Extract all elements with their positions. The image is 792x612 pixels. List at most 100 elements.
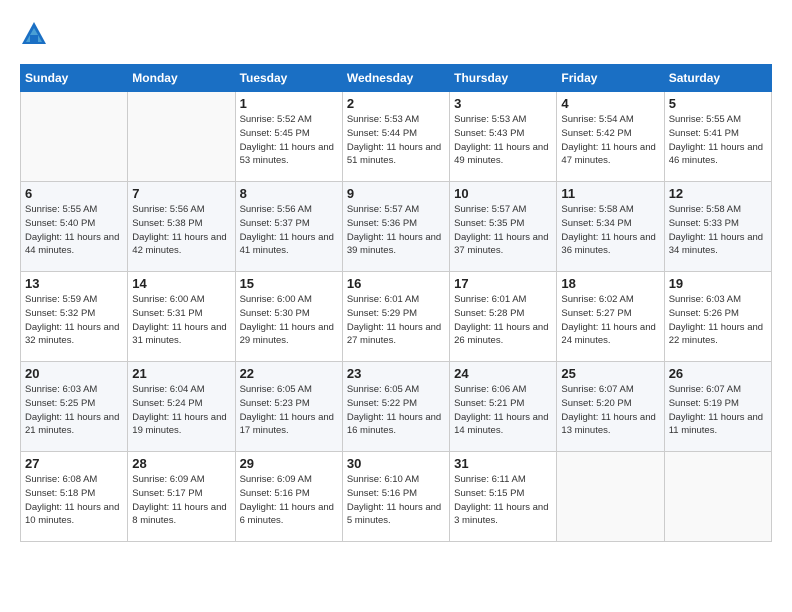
day-info: Sunrise: 6:09 AMSunset: 5:17 PMDaylight:… <box>132 473 230 528</box>
day-number: 6 <box>25 186 123 201</box>
day-number: 5 <box>669 96 767 111</box>
day-number: 21 <box>132 366 230 381</box>
calendar-cell: 31Sunrise: 6:11 AMSunset: 5:15 PMDayligh… <box>450 452 557 542</box>
calendar-cell: 30 Sunrise: 6:10 AMSunset: 5:16 PMDayligh… <box>342 452 449 542</box>
calendar-cell <box>557 452 664 542</box>
day-info: Sunrise: 6:02 AMSunset: 5:27 PMDaylight:… <box>561 293 659 348</box>
calendar-cell: 14 Sunrise: 6:00 AMSunset: 5:31 PMDayligh… <box>128 272 235 362</box>
calendar-cell: 7 Sunrise: 5:56 AMSunset: 5:38 PMDaylight… <box>128 182 235 272</box>
day-info: Sunrise: 5:56 AMSunset: 5:37 PMDaylight:… <box>240 203 338 258</box>
day-info: Sunrise: 5:57 AMSunset: 5:36 PMDaylight:… <box>347 203 445 258</box>
calendar-cell: 12 Sunrise: 5:58 AMSunset: 5:33 PMDayligh… <box>664 182 771 272</box>
day-number: 26 <box>669 366 767 381</box>
calendar-cell: 16 Sunrise: 6:01 AMSunset: 5:29 PMDayligh… <box>342 272 449 362</box>
day-number: 15 <box>240 276 338 291</box>
calendar-cell: 28 Sunrise: 6:09 AMSunset: 5:17 PMDayligh… <box>128 452 235 542</box>
calendar-cell: 29Sunrise: 6:09 AMSunset: 5:16 PMDayligh… <box>235 452 342 542</box>
day-number: 24 <box>454 366 552 381</box>
calendar-cell: 3 Sunrise: 5:53 AMSunset: 5:43 PMDaylight… <box>450 92 557 182</box>
calendar-cell: 1 Sunrise: 5:52 AMSunset: 5:45 PMDaylight… <box>235 92 342 182</box>
calendar-cell: 18 Sunrise: 6:02 AMSunset: 5:27 PMDayligh… <box>557 272 664 362</box>
calendar-cell: 10 Sunrise: 5:57 AMSunset: 5:35 PMDayligh… <box>450 182 557 272</box>
day-info: Sunrise: 5:58 AMSunset: 5:33 PMDaylight:… <box>669 203 767 258</box>
day-number: 17 <box>454 276 552 291</box>
day-number: 9 <box>347 186 445 201</box>
day-number: 7 <box>132 186 230 201</box>
calendar-cell <box>664 452 771 542</box>
calendar-cell: 6 Sunrise: 5:55 AMSunset: 5:40 PMDaylight… <box>21 182 128 272</box>
day-info: Sunrise: 6:03 AMSunset: 5:25 PMDaylight:… <box>25 383 123 438</box>
day-number: 14 <box>132 276 230 291</box>
day-info: Sunrise: 6:03 AMSunset: 5:26 PMDaylight:… <box>669 293 767 348</box>
day-number: 28 <box>132 456 230 471</box>
day-info: Sunrise: 6:04 AMSunset: 5:24 PMDaylight:… <box>132 383 230 438</box>
day-number: 10 <box>454 186 552 201</box>
weekday-header-thursday: Thursday <box>450 65 557 92</box>
weekday-header-sunday: Sunday <box>21 65 128 92</box>
weekday-header-tuesday: Tuesday <box>235 65 342 92</box>
day-info: Sunrise: 6:06 AMSunset: 5:21 PMDaylight:… <box>454 383 552 438</box>
day-number: 31 <box>454 456 552 471</box>
day-info: Sunrise: 6:07 AMSunset: 5:20 PMDaylight:… <box>561 383 659 438</box>
weekday-header-monday: Monday <box>128 65 235 92</box>
day-number: 18 <box>561 276 659 291</box>
calendar-cell: 24 Sunrise: 6:06 AMSunset: 5:21 PMDayligh… <box>450 362 557 452</box>
day-info: Sunrise: 6:00 AMSunset: 5:30 PMDaylight:… <box>240 293 338 348</box>
day-info: Sunrise: 5:58 AMSunset: 5:34 PMDaylight:… <box>561 203 659 258</box>
day-number: 22 <box>240 366 338 381</box>
calendar-cell: 17 Sunrise: 6:01 AMSunset: 5:28 PMDayligh… <box>450 272 557 362</box>
day-info: Sunrise: 5:52 AMSunset: 5:45 PMDaylight:… <box>240 113 338 168</box>
calendar-cell: 5 Sunrise: 5:55 AMSunset: 5:41 PMDaylight… <box>664 92 771 182</box>
calendar-cell: 20 Sunrise: 6:03 AMSunset: 5:25 PMDayligh… <box>21 362 128 452</box>
calendar-cell <box>128 92 235 182</box>
calendar-cell: 22 Sunrise: 6:05 AMSunset: 5:23 PMDayligh… <box>235 362 342 452</box>
calendar-table: SundayMondayTuesdayWednesdayThursdayFrid… <box>20 64 772 542</box>
day-info: Sunrise: 5:54 AMSunset: 5:42 PMDaylight:… <box>561 113 659 168</box>
day-number: 8 <box>240 186 338 201</box>
calendar-cell: 8 Sunrise: 5:56 AMSunset: 5:37 PMDaylight… <box>235 182 342 272</box>
logo-icon <box>20 20 48 48</box>
day-number: 11 <box>561 186 659 201</box>
day-info: Sunrise: 6:10 AMSunset: 5:16 PMDaylight:… <box>347 473 445 528</box>
day-number: 12 <box>669 186 767 201</box>
day-number: 3 <box>454 96 552 111</box>
calendar-cell <box>21 92 128 182</box>
day-number: 19 <box>669 276 767 291</box>
logo <box>20 20 52 48</box>
day-info: Sunrise: 5:55 AMSunset: 5:41 PMDaylight:… <box>669 113 767 168</box>
day-number: 1 <box>240 96 338 111</box>
day-number: 23 <box>347 366 445 381</box>
day-info: Sunrise: 6:00 AMSunset: 5:31 PMDaylight:… <box>132 293 230 348</box>
day-info: Sunrise: 5:55 AMSunset: 5:40 PMDaylight:… <box>25 203 123 258</box>
calendar-cell: 9 Sunrise: 5:57 AMSunset: 5:36 PMDaylight… <box>342 182 449 272</box>
day-number: 16 <box>347 276 445 291</box>
day-info: Sunrise: 6:05 AMSunset: 5:23 PMDaylight:… <box>240 383 338 438</box>
calendar-cell: 21 Sunrise: 6:04 AMSunset: 5:24 PMDayligh… <box>128 362 235 452</box>
day-info: Sunrise: 6:07 AMSunset: 5:19 PMDaylight:… <box>669 383 767 438</box>
day-info: Sunrise: 5:56 AMSunset: 5:38 PMDaylight:… <box>132 203 230 258</box>
calendar-cell: 26 Sunrise: 6:07 AMSunset: 5:19 PMDayligh… <box>664 362 771 452</box>
calendar-cell: 27 Sunrise: 6:08 AMSunset: 5:18 PMDayligh… <box>21 452 128 542</box>
calendar-cell: 23Sunrise: 6:05 AMSunset: 5:22 PMDayligh… <box>342 362 449 452</box>
day-number: 27 <box>25 456 123 471</box>
day-info: Sunrise: 6:01 AMSunset: 5:28 PMDaylight:… <box>454 293 552 348</box>
calendar-cell: 4 Sunrise: 5:54 AMSunset: 5:42 PMDaylight… <box>557 92 664 182</box>
day-info: Sunrise: 6:09 AMSunset: 5:16 PMDaylight:… <box>240 473 338 528</box>
calendar-cell: 19 Sunrise: 6:03 AMSunset: 5:26 PMDayligh… <box>664 272 771 362</box>
page-header <box>20 20 772 48</box>
day-info: Sunrise: 5:59 AMSunset: 5:32 PMDaylight:… <box>25 293 123 348</box>
day-number: 30 <box>347 456 445 471</box>
calendar-cell: 15 Sunrise: 6:00 AMSunset: 5:30 PMDayligh… <box>235 272 342 362</box>
calendar-cell: 2Sunrise: 5:53 AMSunset: 5:44 PMDaylight… <box>342 92 449 182</box>
day-number: 13 <box>25 276 123 291</box>
day-number: 25 <box>561 366 659 381</box>
weekday-header-saturday: Saturday <box>664 65 771 92</box>
weekday-header-wednesday: Wednesday <box>342 65 449 92</box>
day-info: Sunrise: 5:53 AMSunset: 5:43 PMDaylight:… <box>454 113 552 168</box>
day-info: Sunrise: 5:53 AMSunset: 5:44 PMDaylight:… <box>347 113 445 168</box>
day-info: Sunrise: 6:01 AMSunset: 5:29 PMDaylight:… <box>347 293 445 348</box>
day-number: 4 <box>561 96 659 111</box>
day-number: 20 <box>25 366 123 381</box>
day-info: Sunrise: 5:57 AMSunset: 5:35 PMDaylight:… <box>454 203 552 258</box>
day-info: Sunrise: 6:08 AMSunset: 5:18 PMDaylight:… <box>25 473 123 528</box>
